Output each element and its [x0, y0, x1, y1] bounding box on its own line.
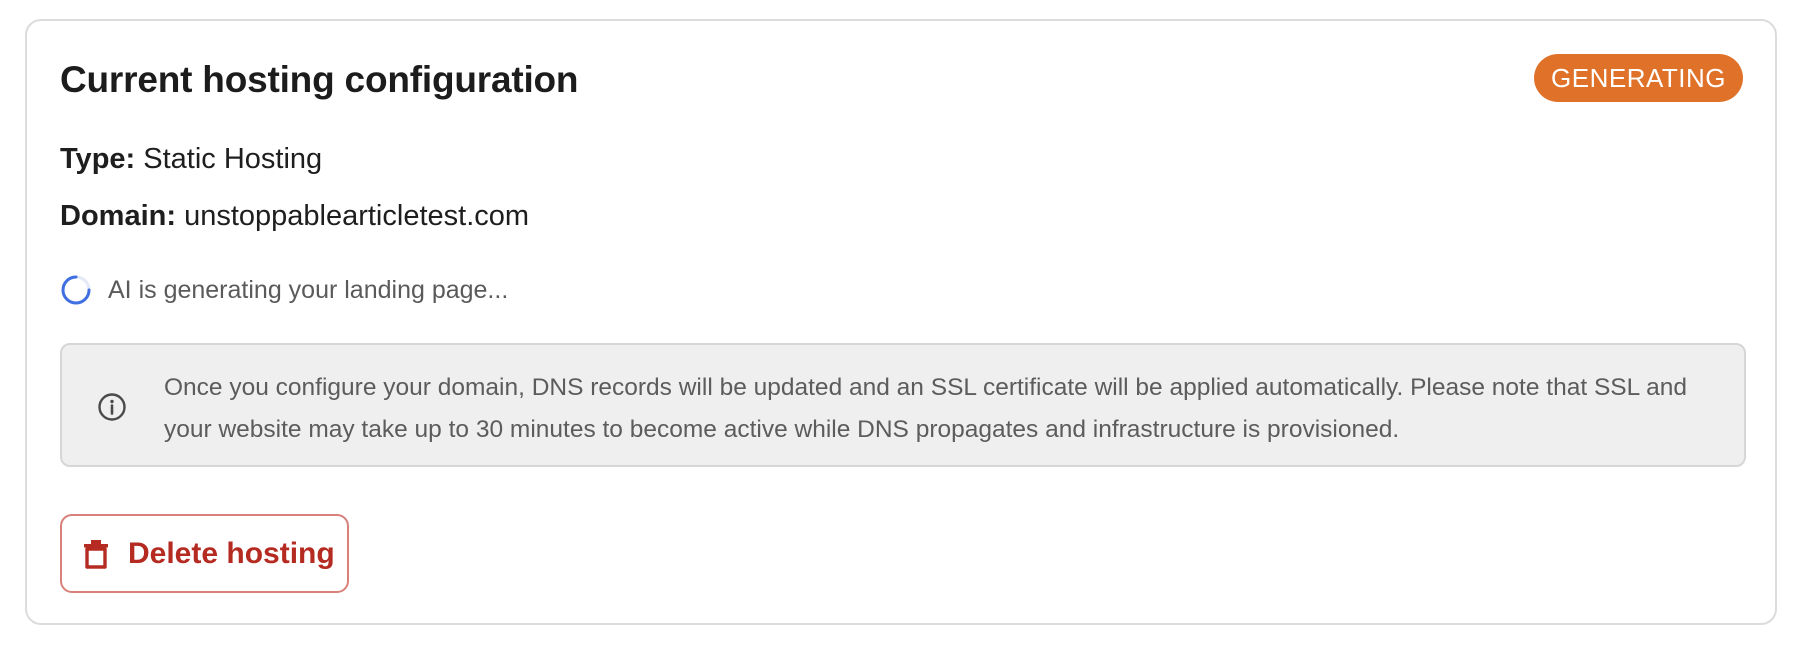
card-title: Current hosting configuration	[60, 59, 579, 100]
delete-hosting-label: Delete hosting	[128, 536, 335, 570]
generation-status-text: AI is generating your landing page...	[108, 275, 509, 304]
domain-label: Domain:	[60, 200, 176, 232]
type-row: Type: Static Hosting	[60, 143, 322, 176]
domain-row: Domain: unstoppablearticletest.com	[60, 200, 529, 233]
delete-hosting-button[interactable]: Delete hosting	[60, 514, 349, 593]
type-label: Type:	[60, 143, 136, 175]
hosting-config-card: Current hosting configuration GENERATING…	[25, 19, 1777, 625]
loading-spinner-icon	[61, 275, 91, 305]
generation-status: AI is generating your landing page...	[60, 273, 508, 307]
status-badge: GENERATING	[1534, 54, 1743, 102]
info-icon	[98, 393, 126, 421]
dns-ssl-notice: Once you configure your domain, DNS reco…	[60, 343, 1746, 467]
notice-text: Once you configure your domain, DNS reco…	[164, 374, 1688, 443]
type-value: Static Hosting	[143, 143, 323, 175]
trash-icon	[84, 539, 108, 569]
domain-value: unstoppablearticletest.com	[184, 200, 530, 232]
